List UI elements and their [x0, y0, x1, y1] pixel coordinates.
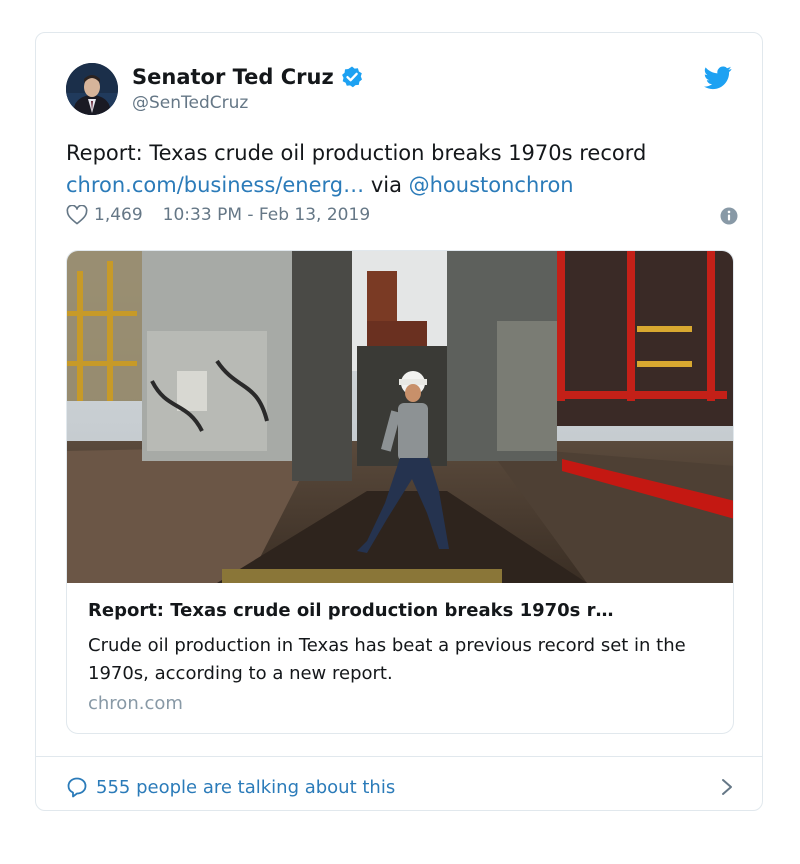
- heart-icon[interactable]: [66, 205, 88, 225]
- info-icon[interactable]: [720, 207, 738, 225]
- author-name-row[interactable]: Senator Ted Cruz: [132, 65, 364, 89]
- tweet-link[interactable]: chron.com/business/energ…: [66, 173, 364, 197]
- conversation-text[interactable]: 555 people are talking about this: [96, 777, 395, 798]
- conversation-link[interactable]: 555 people are talking about this: [66, 771, 734, 803]
- tweet-card: Senator Ted Cruz @SenTedCruz Report: Tex…: [35, 32, 763, 811]
- preview-description: Crude oil production in Texas has beat a…: [88, 635, 686, 684]
- link-preview-card[interactable]: Report: Texas crude oil production break…: [66, 250, 734, 734]
- speech-bubble-icon: [67, 777, 87, 798]
- like-count[interactable]: 1,469: [94, 205, 143, 225]
- preview-domain: chron.com: [88, 693, 183, 714]
- tweet-body: Report: Texas crude oil production break…: [66, 141, 647, 165]
- verified-badge-icon: [341, 66, 362, 88]
- divider: [36, 756, 762, 757]
- avatar[interactable]: [66, 63, 118, 115]
- twitter-bird-icon[interactable]: [704, 66, 732, 90]
- timestamp[interactable]: 10:33 PM - Feb 13, 2019: [163, 205, 370, 225]
- tweet-meta: 1,469 10:33 PM - Feb 13, 2019: [66, 205, 738, 225]
- mention-link[interactable]: @houstonchron: [409, 173, 574, 197]
- avatar-image: [66, 63, 118, 115]
- preview-title[interactable]: Report: Texas crude oil production break…: [88, 600, 716, 621]
- preview-image[interactable]: [67, 251, 734, 583]
- chevron-right-icon[interactable]: [720, 777, 734, 797]
- author-name[interactable]: Senator Ted Cruz: [132, 65, 334, 89]
- author-handle[interactable]: @SenTedCruz: [132, 93, 248, 113]
- tweet-text: Report: Texas crude oil production break…: [66, 137, 746, 201]
- via-text: via: [364, 173, 409, 197]
